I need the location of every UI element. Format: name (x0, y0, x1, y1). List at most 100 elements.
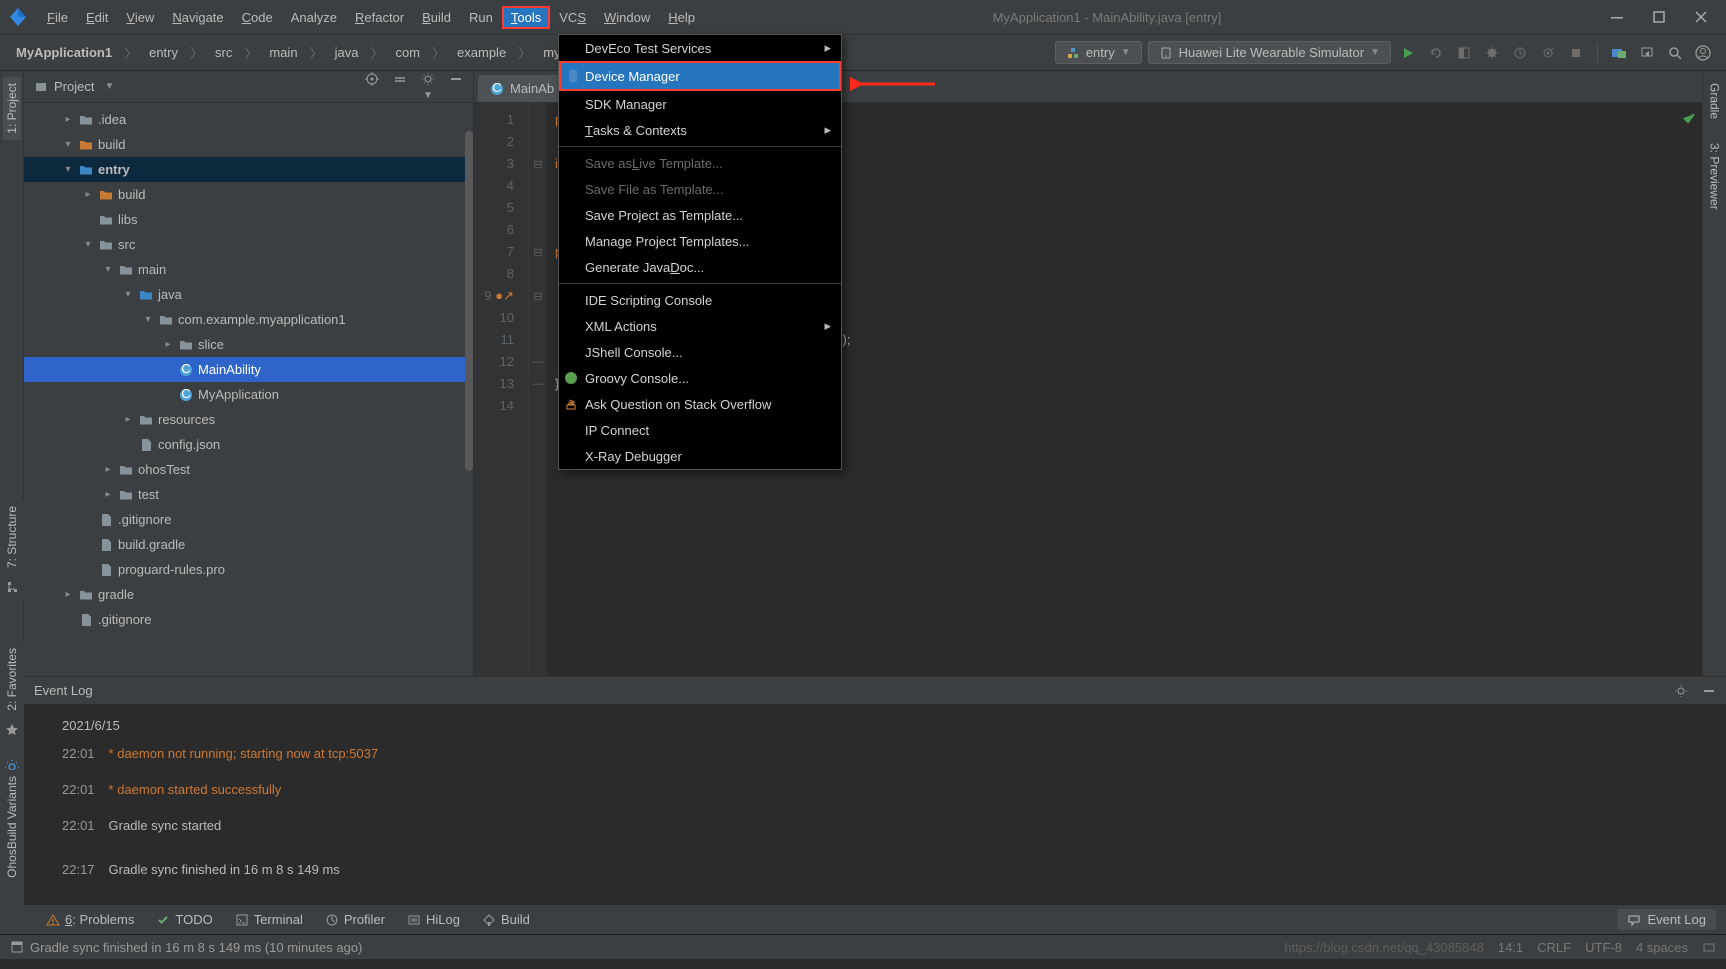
menu-item-generate-javadoc[interactable]: Generate JavaDoc... (559, 254, 841, 280)
tree-node-mainability[interactable]: CMainAbility (24, 357, 473, 382)
status-encoding[interactable]: UTF-8 (1585, 940, 1622, 955)
attach-icon[interactable] (1537, 42, 1559, 64)
menu-item-x-ray-debugger[interactable]: X-Ray Debugger (559, 443, 841, 469)
bottom-tab-build[interactable]: Build (482, 912, 530, 927)
tree-node-libs[interactable]: libs (24, 207, 473, 232)
gear-icon[interactable] (1674, 684, 1688, 698)
eventlog-line[interactable]: 22:17Gradle sync finished in 16 m 8 s 14… (62, 857, 1714, 883)
tree-node--gitignore[interactable]: .gitignore (24, 607, 473, 632)
status-indent[interactable]: 4 spaces (1636, 940, 1688, 955)
gutter-line[interactable]: 2 (474, 131, 514, 153)
fold-marker[interactable] (529, 219, 547, 241)
tree-arrow[interactable]: ▾ (142, 314, 154, 325)
fold-column[interactable]: ⊟⊟⊟—— (529, 103, 547, 676)
tree-arrow[interactable]: ▾ (62, 164, 74, 175)
tree-node-src[interactable]: ▾src (24, 232, 473, 257)
locate-icon[interactable] (365, 72, 379, 101)
gutter-line[interactable]: 13 (474, 373, 514, 395)
eventlog-line[interactable]: 22:01* daemon not running; starting now … (62, 741, 1714, 767)
profile-icon[interactable] (1509, 42, 1531, 64)
rail-tab-project[interactable]: 1: Project (3, 77, 21, 140)
breadcrumb-segment[interactable]: main (265, 43, 301, 62)
menu-item-deveco-test-services[interactable]: DevEco Test Services (559, 35, 841, 61)
tree-arrow[interactable]: ▸ (102, 464, 114, 475)
tree-node-myapplication[interactable]: CMyApplication (24, 382, 473, 407)
menu-analyze[interactable]: Analyze (282, 6, 346, 29)
fold-marker[interactable]: — (529, 373, 547, 395)
tree-arrow[interactable]: ▸ (122, 414, 134, 425)
menu-item-jshell-console[interactable]: JShell Console... (559, 339, 841, 365)
fold-marker[interactable] (529, 197, 547, 219)
status-lineending[interactable]: CRLF (1537, 940, 1571, 955)
menu-view[interactable]: View (117, 6, 163, 29)
status-caret[interactable]: 14:1 (1498, 940, 1523, 955)
hide-icon[interactable] (449, 72, 463, 101)
tree-arrow[interactable]: ▸ (162, 339, 174, 350)
menu-item-sdk-manager[interactable]: SDK Manager (559, 91, 841, 117)
hide-icon[interactable] (1702, 684, 1716, 698)
tree-node-entry[interactable]: ▾entry (24, 157, 473, 182)
menu-item-ide-scripting-console[interactable]: IDE Scripting Console (559, 287, 841, 313)
breadcrumb-segment[interactable]: src (211, 43, 236, 62)
gutter-line[interactable]: 8 (474, 263, 514, 285)
tree-node-main[interactable]: ▾main (24, 257, 473, 282)
breadcrumb-segment[interactable]: MyApplication1 (12, 43, 116, 62)
bottom-tab-eventlog[interactable]: Event Log (1617, 909, 1716, 930)
gutter-line[interactable]: 3 (474, 153, 514, 175)
tree-arrow[interactable]: ▸ (102, 489, 114, 500)
rail-tab-previewer[interactable]: 3: Previewer (1706, 137, 1724, 216)
status-icon[interactable] (10, 940, 24, 954)
tree-node-resources[interactable]: ▸resources (24, 407, 473, 432)
bottom-tab-profiler[interactable]: Profiler (325, 912, 385, 927)
menu-build[interactable]: Build (413, 6, 460, 29)
stop-icon[interactable] (1565, 42, 1587, 64)
tree-node-config-json[interactable]: config.json (24, 432, 473, 457)
gutter-line[interactable]: 11 (474, 329, 514, 351)
tree-node-test[interactable]: ▸test (24, 482, 473, 507)
menu-item-ask-question-on-stack-overflow[interactable]: Ask Question on Stack Overflow (559, 391, 841, 417)
filemgr-icon[interactable] (1608, 42, 1630, 64)
menu-navigate[interactable]: Navigate (163, 6, 232, 29)
breadcrumb-segment[interactable]: entry (145, 43, 182, 62)
tree-node-build[interactable]: ▸build (24, 182, 473, 207)
gutter-line[interactable]: 4 (474, 175, 514, 197)
gutter-line[interactable]: 10 (474, 307, 514, 329)
breadcrumb-segment[interactable]: com (391, 43, 424, 62)
rail-tab-structure[interactable]: 7: Structure (3, 500, 21, 574)
tree-arrow[interactable]: ▾ (122, 289, 134, 300)
bottom-tab-6-problems[interactable]: 6: Problems (46, 912, 134, 927)
maximize-icon[interactable] (1652, 10, 1666, 24)
rail-tab-gradle[interactable]: Gradle (1706, 77, 1724, 125)
breadcrumb[interactable]: MyApplication1〉entry〉src〉main〉java〉com〉e… (12, 41, 592, 64)
fold-marker[interactable] (529, 395, 547, 417)
menu-refactor[interactable]: Refactor (346, 6, 413, 29)
gutter-line[interactable]: 5 (474, 197, 514, 219)
tree-arrow[interactable]: ▸ (62, 589, 74, 600)
line-gutter[interactable]: 123456789 ●↗1011121314 (474, 103, 529, 676)
project-view-selector[interactable]: Project ▼ (34, 79, 114, 94)
fold-marker[interactable] (529, 329, 547, 351)
tree-arrow[interactable]: ▾ (82, 239, 94, 250)
run-config-selector[interactable]: entry ▼ (1055, 41, 1142, 64)
menu-code[interactable]: Code (233, 6, 282, 29)
menu-item-xml-actions[interactable]: XML Actions (559, 313, 841, 339)
menu-tools[interactable]: Tools (502, 6, 550, 29)
rail-tab-favorites[interactable]: 2: Favorites (3, 642, 21, 717)
bottom-tab-terminal[interactable]: Terminal (235, 912, 303, 927)
tree-arrow[interactable]: ▸ (82, 189, 94, 200)
scrollbar-thumb[interactable] (465, 131, 473, 471)
tree-node-gradle[interactable]: ▸gradle (24, 582, 473, 607)
fold-marker[interactable] (529, 175, 547, 197)
menu-file[interactable]: File (38, 6, 77, 29)
gutter-line[interactable]: 6 (474, 219, 514, 241)
tree-node-slice[interactable]: ▸slice (24, 332, 473, 357)
menu-item-tasks-contexts[interactable]: Tasks & Contexts (559, 117, 841, 143)
tree-arrow[interactable]: ▾ (102, 264, 114, 275)
fold-marker[interactable] (529, 307, 547, 329)
debug-icon[interactable] (1481, 42, 1503, 64)
tools-menu-dropdown[interactable]: DevEco Test ServicesDevice ManagerSDK Ma… (558, 34, 842, 470)
menu-run[interactable]: Run (460, 6, 502, 29)
fold-marker[interactable] (529, 109, 547, 131)
gutter-line[interactable]: 14 (474, 395, 514, 417)
settings-icon[interactable]: ▼ (421, 72, 435, 101)
